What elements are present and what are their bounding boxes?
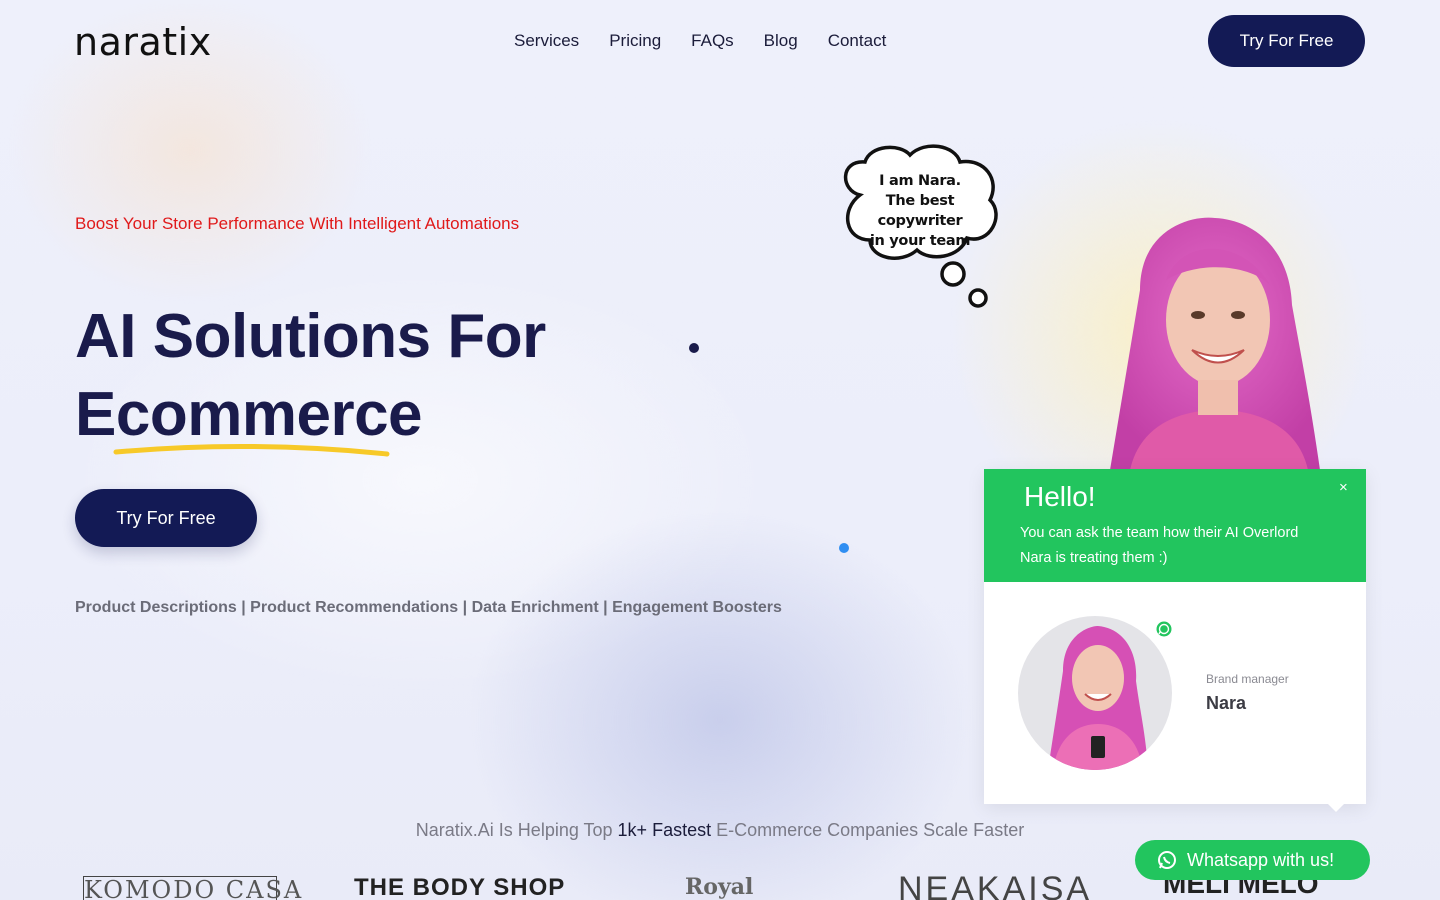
brand-logo-neakaisa: NEAKAISA — [898, 870, 1093, 900]
nav-pricing[interactable]: Pricing — [609, 31, 661, 51]
whatsapp-icon — [1158, 851, 1176, 869]
header-try-free-button[interactable]: Try For Free — [1208, 15, 1365, 67]
chat-widget-tail — [1327, 803, 1345, 812]
hero-title-line1: AI Solutions For — [75, 302, 546, 371]
whatsapp-icon — [1156, 621, 1172, 637]
agent-name[interactable]: Nara — [1206, 693, 1246, 714]
close-icon[interactable]: × — [1339, 479, 1348, 496]
main-nav: Services Pricing FAQs Blog Contact — [514, 31, 886, 51]
social-proof-text: Naratix.Ai Is Helping Top 1k+ Fastest E-… — [415, 820, 1025, 840]
site-header: naratix Services Pricing FAQs Blog Conta… — [0, 0, 1440, 82]
whatsapp-button-label: Whatsapp with us! — [1187, 849, 1335, 870]
proof-highlight: 1k+ Fastest — [617, 820, 712, 840]
hero-title: AI Solutions For Ecommerce — [75, 298, 546, 454]
nav-faqs[interactable]: FAQs — [691, 31, 734, 51]
feature-list: Product Descriptions | Product Recommend… — [75, 599, 782, 616]
brand-logo-body-shop: THE BODY SHOP — [354, 874, 566, 900]
chat-greeting: Hello! — [1024, 481, 1096, 512]
title-underline-decoration — [113, 443, 390, 457]
agent-avatar[interactable] — [1018, 616, 1172, 770]
decorative-dot — [689, 343, 699, 353]
hero-try-free-button[interactable]: Try For Free — [75, 489, 257, 547]
naratix-logo[interactable]: naratix — [74, 20, 212, 64]
nav-contact[interactable]: Contact — [828, 31, 887, 51]
chat-header: Hello! You can ask the team how their AI… — [984, 469, 1366, 582]
nara-hero-image — [1070, 210, 1360, 470]
nav-services[interactable]: Services — [514, 31, 579, 51]
nav-blog[interactable]: Blog — [764, 31, 798, 51]
hero-tagline: Boost Your Store Performance With Intell… — [75, 214, 520, 233]
chat-subtitle: You can ask the team how their AI Overlo… — [1020, 525, 1299, 566]
chat-widget: Hello! You can ask the team how their AI… — [984, 469, 1366, 804]
thought-bubble-text: I am Nara. The best copywriter in your t… — [869, 173, 971, 249]
brand-logo-komodo-casa: KOMODO CASA — [83, 876, 304, 900]
whatsapp-chat-button[interactable]: Whatsapp with us! — [1135, 840, 1370, 880]
brand-logo-royal: Royal — [685, 874, 754, 900]
agent-role: Brand manager — [1206, 672, 1289, 686]
decorative-dot — [839, 543, 849, 553]
